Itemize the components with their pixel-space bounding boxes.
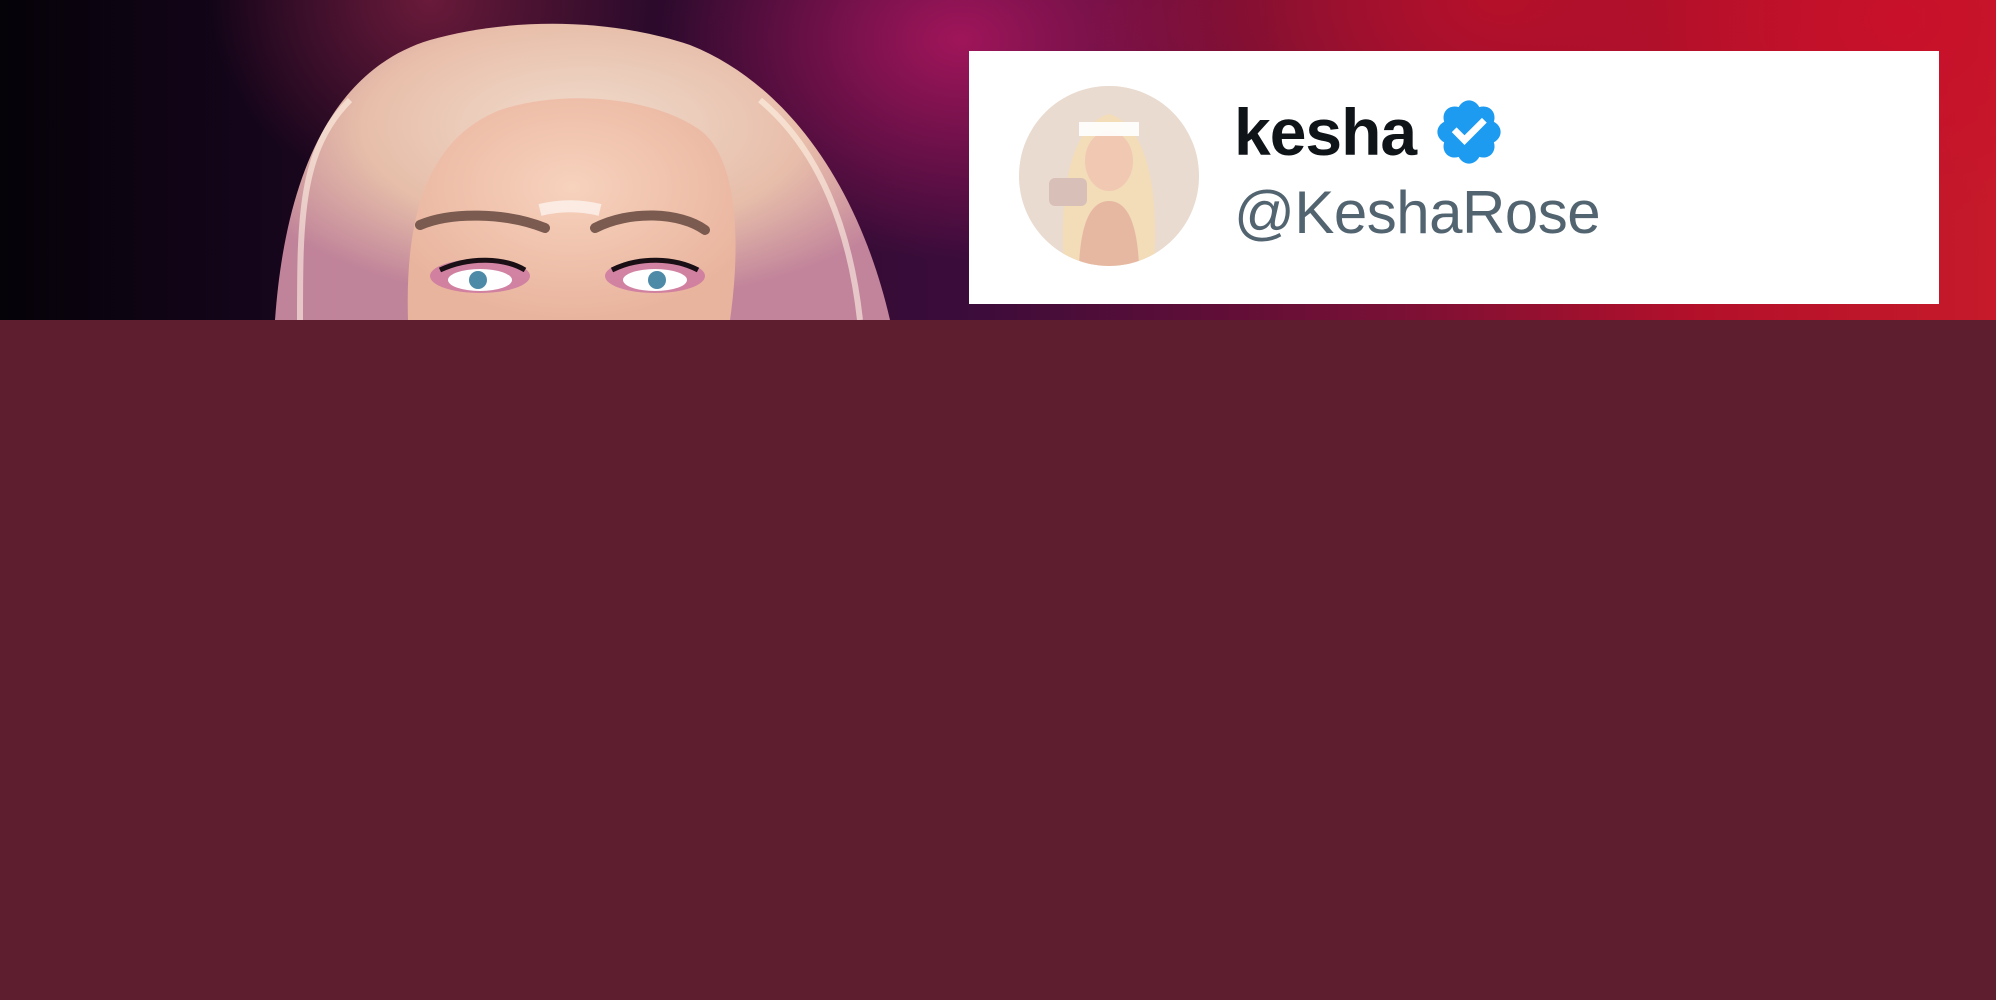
background-photo: kesha @KeshaRose <box>0 0 1996 320</box>
display-name[interactable]: kesha <box>1234 99 1417 165</box>
performer-photo <box>275 23 890 320</box>
user-handle[interactable]: @KeshaRose <box>1234 183 1601 243</box>
avatar[interactable] <box>1019 86 1199 266</box>
avatar-image <box>1019 86 1199 266</box>
content-panel <box>0 320 1996 1000</box>
tweet-author-row: kesha <box>1234 91 1506 173</box>
tweet-card[interactable]: kesha @KeshaRose <box>969 51 1939 304</box>
verified-badge-icon <box>1437 100 1501 164</box>
